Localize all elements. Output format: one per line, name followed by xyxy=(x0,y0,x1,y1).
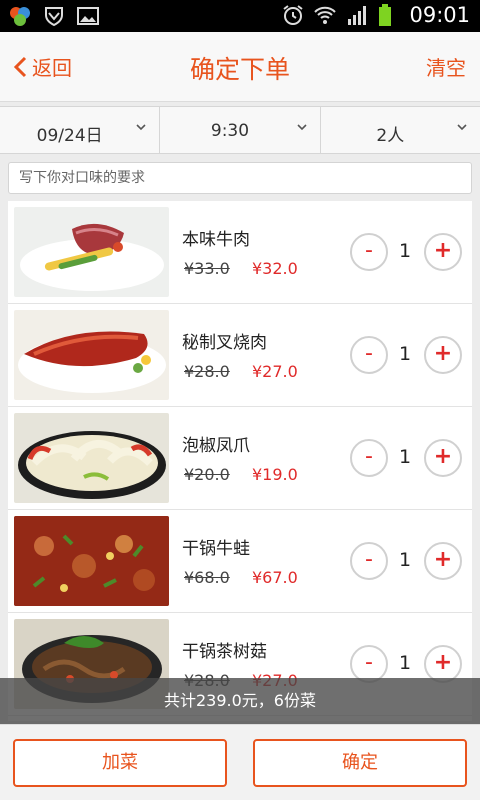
header: 返回 确定下单 清空 xyxy=(0,32,480,102)
dish-image xyxy=(14,310,169,400)
taste-note-input[interactable] xyxy=(8,162,472,194)
page-title: 确定下单 xyxy=(189,55,290,84)
list-item: 干锅牛蛙 ¥68.0 ¥67.0 - 1 + xyxy=(8,510,472,613)
dish-name: 泡椒凤爪 xyxy=(182,436,250,456)
dish-name: 干锅茶树菇 xyxy=(182,642,267,662)
quantity-value: 1 xyxy=(398,652,412,674)
original-price: ¥20.0 xyxy=(184,465,230,484)
order-selectors: 09/24日 9:30 2人 xyxy=(0,106,480,154)
list-item: 本味牛肉 ¥33.0 ¥32.0 - 1 + xyxy=(8,201,472,304)
bottom-bar: 加菜 确定 xyxy=(0,724,480,800)
list-item: 秘制叉烧肉 ¥28.0 ¥27.0 - 1 + xyxy=(8,304,472,407)
add-dish-button[interactable]: 加菜 xyxy=(13,739,227,787)
decrease-button[interactable]: - xyxy=(350,439,388,477)
decrease-button[interactable]: - xyxy=(350,336,388,374)
dish-image xyxy=(14,413,169,503)
signal-icon xyxy=(345,3,369,27)
increase-button[interactable]: + xyxy=(424,439,462,477)
discount-price: ¥32.0 xyxy=(252,259,298,278)
confirm-button[interactable]: 确定 xyxy=(253,739,467,787)
quantity-value: 1 xyxy=(398,240,412,262)
alarm-icon xyxy=(281,3,305,27)
increase-button[interactable]: + xyxy=(424,542,462,580)
quantity-value: 1 xyxy=(398,549,412,571)
dish-image xyxy=(14,516,169,606)
order-summary: 共计239.0元，6份菜 xyxy=(0,678,480,724)
time-select[interactable]: 9:30 xyxy=(160,107,321,153)
image-icon xyxy=(76,4,100,28)
time-value: 9:30 xyxy=(210,121,250,141)
increase-button[interactable]: + xyxy=(424,233,462,271)
date-select[interactable]: 09/24日 xyxy=(0,107,161,153)
original-price: ¥33.0 xyxy=(184,259,230,278)
people-value: 2人 xyxy=(376,126,405,146)
status-bar: 09:01 xyxy=(0,0,480,32)
date-value: 09/24日 xyxy=(36,126,103,146)
dish-name: 秘制叉烧肉 xyxy=(182,333,267,353)
list-item: 泡椒凤爪 ¥20.0 ¥19.0 - 1 + xyxy=(8,407,472,510)
discount-price: ¥19.0 xyxy=(252,465,298,484)
decrease-button[interactable]: - xyxy=(350,233,388,271)
chevron-down-icon xyxy=(457,124,467,131)
discount-price: ¥27.0 xyxy=(252,362,298,381)
battery-icon xyxy=(377,3,401,27)
shield-icon xyxy=(42,4,66,28)
dish-image xyxy=(14,207,169,297)
people-select[interactable]: 2人 xyxy=(321,107,480,153)
chevron-down-icon xyxy=(136,124,146,131)
dish-name: 干锅牛蛙 xyxy=(182,539,250,559)
wifi-icon xyxy=(313,3,337,27)
discount-price: ¥67.0 xyxy=(252,568,298,587)
decrease-button[interactable]: - xyxy=(350,542,388,580)
original-price: ¥28.0 xyxy=(184,362,230,381)
chevron-down-icon xyxy=(297,124,307,131)
dish-list: 本味牛肉 ¥33.0 ¥32.0 - 1 + 秘制叉烧肉 ¥28.0 ¥27.0… xyxy=(8,201,472,721)
dish-name: 本味牛肉 xyxy=(182,230,250,250)
clear-button[interactable]: 清空 xyxy=(426,52,466,81)
quantity-value: 1 xyxy=(398,343,412,365)
original-price: ¥68.0 xyxy=(184,568,230,587)
status-time: 09:01 xyxy=(409,3,470,27)
app-logo-icon xyxy=(8,4,32,28)
quantity-value: 1 xyxy=(398,446,412,468)
increase-button[interactable]: + xyxy=(424,336,462,374)
